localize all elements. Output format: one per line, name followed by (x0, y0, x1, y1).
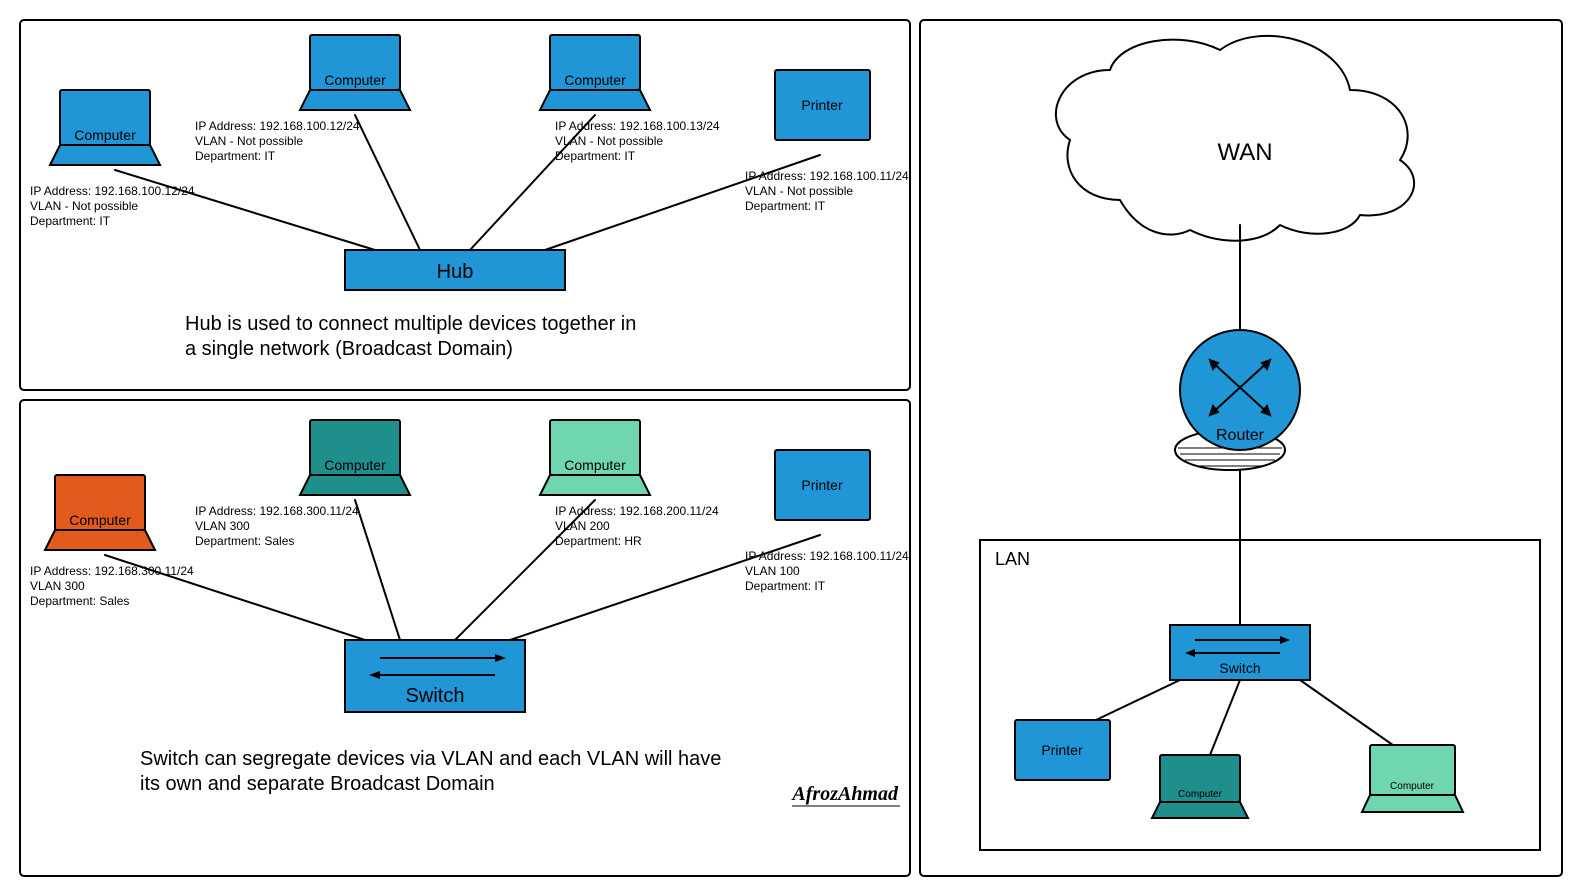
svg-text:VLAN - Not possible: VLAN - Not possible (745, 184, 853, 198)
svg-text:IP Address: 192.168.300.11/24: IP Address: 192.168.300.11/24 (195, 504, 359, 518)
svg-text:Department: IT: Department: IT (30, 214, 111, 228)
svg-text:Computer: Computer (324, 457, 386, 473)
svg-text:VLAN 100: VLAN 100 (745, 564, 800, 578)
panel-hub: Hub Computer IP Address: 192.168.100.12/… (20, 20, 910, 390)
svg-text:IP Address: 192.168.300.11/24: IP Address: 192.168.300.11/24 (30, 564, 194, 578)
printer-icon: Printer (1015, 720, 1110, 780)
svg-text:Department: HR: Department: HR (555, 534, 642, 548)
lan-label: LAN (995, 549, 1030, 569)
hub-label: Hub (437, 261, 474, 283)
svg-text:Department: IT: Department: IT (195, 149, 276, 163)
svg-text:VLAN - Not possible: VLAN - Not possible (30, 199, 138, 213)
svg-text:VLAN - Not possible: VLAN - Not possible (555, 134, 663, 148)
panel1-caption-line1: Hub is used to connect multiple devices … (185, 313, 636, 335)
author-credit: AfrozAhmad (790, 783, 899, 805)
computer-icon: Computer (1362, 745, 1463, 812)
panel-switch: Switch Computer IP Address: 192.168.300.… (20, 400, 910, 876)
panel2-caption-line1: Switch can segregate devices via VLAN an… (140, 748, 721, 770)
svg-text:VLAN 300: VLAN 300 (195, 519, 250, 533)
device-label: Computer (324, 72, 386, 88)
panel2-caption-line2: its own and separate Broadcast Domain (140, 773, 495, 795)
svg-text:VLAN - Not possible: VLAN - Not possible (195, 134, 303, 148)
computer-icon: Computer (540, 420, 650, 495)
router-icon: Router (1175, 330, 1300, 470)
switch-icon: Switch (1170, 625, 1310, 680)
svg-text:Department: Sales: Department: Sales (30, 594, 129, 608)
device-label: Computer (564, 72, 626, 88)
computer-icon: Computer (1152, 755, 1248, 818)
svg-text:Computer: Computer (1178, 789, 1223, 800)
svg-text:Computer: Computer (564, 457, 626, 473)
computer-icon: Computer (45, 475, 155, 550)
wan-label: WAN (1217, 139, 1272, 166)
svg-text:IP Address: 192.168.100.13/24: IP Address: 192.168.100.13/24 (555, 119, 720, 133)
svg-text:IP Address: 192.168.100.12/24: IP Address: 192.168.100.12/24 (30, 184, 195, 198)
svg-text:Department: IT: Department: IT (555, 149, 636, 163)
panel1-caption-line2: a single network (Broadcast Domain) (185, 338, 513, 360)
diagram-root: Hub Computer IP Address: 192.168.100.12/… (0, 0, 1582, 896)
svg-text:Department: IT: Department: IT (745, 579, 826, 593)
computer-icon: Computer (300, 35, 410, 110)
hub-icon: Hub (345, 250, 565, 290)
device-label: Printer (801, 97, 843, 113)
switch-label: Switch (406, 685, 465, 707)
computer-icon: Computer (300, 420, 410, 495)
svg-text:Switch: Switch (1219, 660, 1260, 676)
svg-text:VLAN 200: VLAN 200 (555, 519, 610, 533)
svg-text:IP Address: 192.168.200.11/24: IP Address: 192.168.200.11/24 (555, 504, 719, 518)
computer-icon: Computer (50, 90, 160, 165)
device-label: Computer (74, 127, 136, 143)
svg-text:Department: IT: Department: IT (745, 199, 826, 213)
svg-text:Computer: Computer (1390, 781, 1435, 792)
svg-text:Department: Sales: Department: Sales (195, 534, 294, 548)
svg-text:IP Address: 192.168.100.12/24: IP Address: 192.168.100.12/24 (195, 119, 360, 133)
panel-wan-lan: WAN Router (920, 20, 1562, 876)
svg-text:Computer: Computer (69, 512, 131, 528)
router-label: Router (1216, 427, 1265, 444)
svg-text:VLAN 300: VLAN 300 (30, 579, 85, 593)
computer-icon: Computer (540, 35, 650, 110)
printer-icon: Printer (775, 450, 870, 520)
svg-text:Printer: Printer (801, 477, 843, 493)
svg-text:IP Address: 192.168.100.11/24: IP Address: 192.168.100.11/24 (745, 549, 909, 563)
svg-text:IP Address: 192.168.100.11/24: IP Address: 192.168.100.11/24 (745, 169, 909, 183)
switch-icon: Switch (345, 640, 525, 712)
svg-text:Printer: Printer (1041, 742, 1083, 758)
printer-icon: Printer (775, 70, 870, 140)
